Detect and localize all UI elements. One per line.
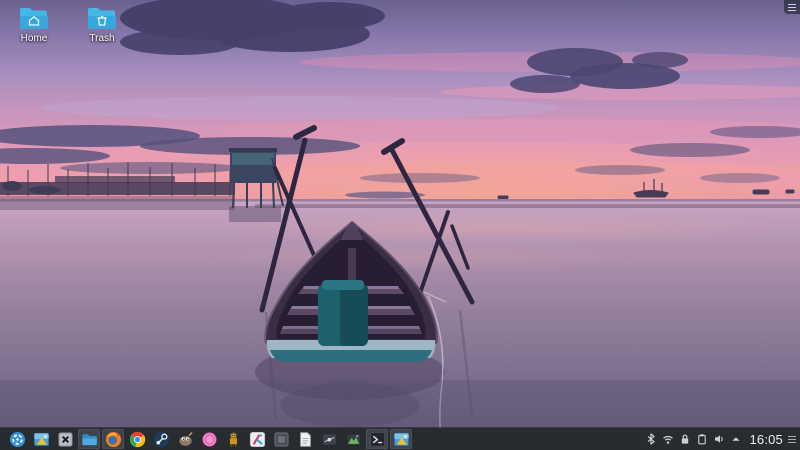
ghost-square-icon <box>273 431 290 448</box>
speaker-icon[interactable] <box>713 433 725 445</box>
task-manager <box>0 428 413 450</box>
home-folder-icon <box>20 8 48 29</box>
green-landscape-icon <box>345 431 362 448</box>
terminal-prompt-icon <box>369 431 386 448</box>
x11-app[interactable] <box>54 429 76 449</box>
digital-clock[interactable]: 16:05 <box>745 432 786 447</box>
desktop-icon-area: Home Trash <box>4 4 132 46</box>
taskbar: 16:05 <box>0 428 800 450</box>
system-tray <box>645 433 745 445</box>
wallpaper-image <box>0 0 800 450</box>
letter-x-icon <box>57 431 74 448</box>
pink-circle-icon <box>201 431 218 448</box>
trash-folder-icon <box>88 8 116 29</box>
robot-icon <box>225 431 242 448</box>
image-gallery-icon <box>33 431 50 448</box>
app-launcher[interactable] <box>6 429 28 449</box>
caret-up-icon[interactable] <box>730 433 742 445</box>
dolphin-file-manager[interactable] <box>78 429 100 449</box>
chrome-icon <box>129 431 146 448</box>
desktop-icon-trash[interactable]: Trash <box>72 4 132 46</box>
krita[interactable] <box>246 429 268 449</box>
panel-menu-icon[interactable] <box>786 432 798 446</box>
steam[interactable] <box>150 429 172 449</box>
pink-circle-app[interactable] <box>198 429 220 449</box>
konsole-terminal[interactable] <box>366 429 388 449</box>
bluetooth-icon[interactable] <box>645 433 657 445</box>
gallery-app[interactable] <box>30 429 52 449</box>
krita-icon <box>249 431 266 448</box>
document-icon <box>297 431 314 448</box>
desktop-icon-home[interactable]: Home <box>4 4 64 46</box>
mixer-app[interactable] <box>318 429 340 449</box>
firefox[interactable] <box>102 429 124 449</box>
wifi-icon[interactable] <box>662 433 674 445</box>
desktop: Home Trash 16:05 <box>0 0 800 450</box>
clipboard-icon[interactable] <box>696 433 708 445</box>
desktop-toolbox-menu-icon[interactable] <box>784 0 800 14</box>
document-app[interactable] <box>294 429 316 449</box>
steam-icon <box>153 431 170 448</box>
padlock-icon[interactable] <box>679 433 691 445</box>
robot-app[interactable] <box>222 429 244 449</box>
image-viewer-app[interactable] <box>342 429 364 449</box>
gimp[interactable] <box>174 429 196 449</box>
slider-icon <box>321 431 338 448</box>
firefox-icon <box>105 431 122 448</box>
desktop-icon-label: Trash <box>89 33 115 44</box>
chrome[interactable] <box>126 429 148 449</box>
pending-app[interactable] <box>270 429 292 449</box>
image-viewer-task[interactable] <box>390 429 412 449</box>
plasma-logo-icon <box>9 431 26 448</box>
image-gallery-icon <box>393 431 410 448</box>
desktop-icon-label: Home <box>20 33 48 44</box>
blue-folder-icon <box>81 431 98 448</box>
gimp-icon <box>177 431 194 448</box>
